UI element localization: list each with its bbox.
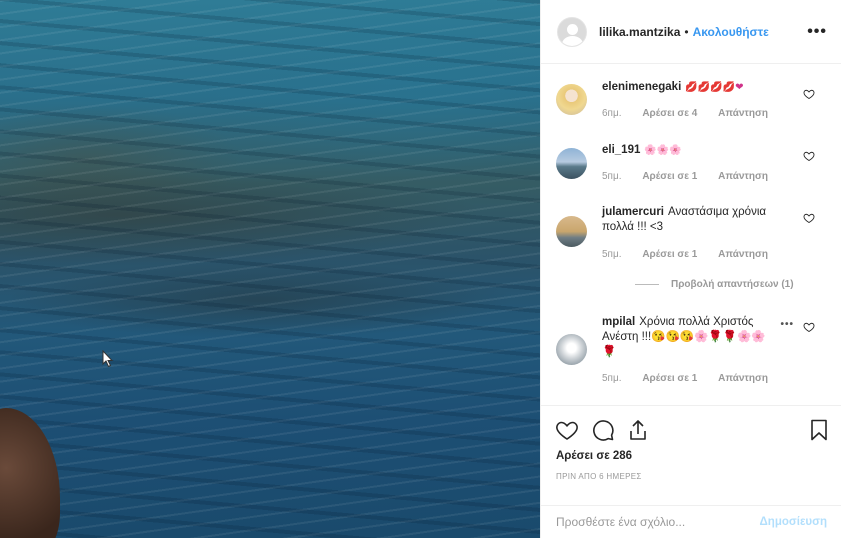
comment-time[interactable]: 5пμ. <box>602 249 622 260</box>
like-heart-icon[interactable] <box>555 418 579 442</box>
comment-username[interactable]: mpilal <box>602 316 635 328</box>
comment-text: 🌸🌸🌸 <box>644 145 682 156</box>
post-viewer: lilika.mantzika • Ακολουθήστε ••• elenim… <box>0 0 841 538</box>
comment-body: mpilal Χρόνια πολλά Χριστός Ανέστη !!!😘😘😘… <box>602 315 774 360</box>
reply-button[interactable]: Απάντηση <box>718 373 768 384</box>
post-comment-button[interactable]: Δημοσίευση <box>760 516 827 528</box>
comment-input[interactable] <box>556 515 760 529</box>
post-side-panel: lilika.mantzika • Ακολουθήστε ••• elenim… <box>540 0 841 538</box>
comment-username[interactable]: elenimenegaki <box>602 81 681 93</box>
commenter-avatar[interactable] <box>556 216 587 247</box>
comment-text: 💋💋💋💋❤ <box>685 82 744 93</box>
comment-meta: 5пμ. Αρέσει σε 1 Απάντηση <box>602 249 786 260</box>
comments-list[interactable]: elenimenegaki 💋💋💋💋❤ 6пμ. Αρέσει σε 4 Απάν… <box>541 64 841 405</box>
comment-time[interactable]: 6пμ. <box>602 108 622 119</box>
comment-body: elenimenegaki 💋💋💋💋❤ <box>602 80 798 95</box>
comment-likes[interactable]: Αρέσει σε 1 <box>642 249 697 260</box>
comment-username[interactable]: julamercuri <box>602 206 664 218</box>
comment-meta: 6пμ. Αρέσει σε 4 Απάντηση <box>602 108 786 119</box>
comment-username[interactable]: eli_191 <box>602 144 640 156</box>
add-comment-bar: Δημοσίευση <box>541 505 841 538</box>
like-comment-heart-icon[interactable] <box>803 150 815 162</box>
commenter-avatar[interactable] <box>556 84 587 115</box>
comment-time[interactable]: 5пμ. <box>602 171 622 182</box>
comment-likes[interactable]: Αρέσει σε 4 <box>642 108 697 119</box>
likes-count[interactable]: Αρέσει σε 286 <box>556 450 632 462</box>
bookmark-icon[interactable] <box>807 418 831 442</box>
reply-button[interactable]: Απάντηση <box>718 171 768 182</box>
comment-options-icon[interactable]: ••• <box>780 319 794 330</box>
follow-button[interactable]: Ακολουθήστε <box>693 25 769 39</box>
commenter-avatar[interactable] <box>556 148 587 179</box>
comment-meta: 5пμ. Αρέσει σε 1 Απάντηση <box>602 373 786 384</box>
owner-username[interactable]: lilika.mantzika <box>599 25 680 39</box>
comment-body: julamercuri Αναστάσιμα χρόνια πολλά !!! <… <box>602 205 798 235</box>
mouse-cursor-icon <box>102 350 114 368</box>
view-replies-button[interactable]: Προβολή απαντήσεων (1) <box>635 279 794 290</box>
commenter-avatar[interactable] <box>556 334 587 365</box>
post-photo[interactable] <box>0 0 540 538</box>
reply-button[interactable]: Απάντηση <box>718 108 768 119</box>
post-header: lilika.mantzika • Ακολουθήστε ••• <box>541 0 841 64</box>
comment-likes[interactable]: Αρέσει σε 1 <box>642 171 697 182</box>
post-timestamp[interactable]: ΠΡΙΝ ΑΠΟ 6 ΗΜΕΡΕΣ <box>556 472 642 481</box>
header-separator: • <box>684 24 689 39</box>
comment-likes[interactable]: Αρέσει σε 1 <box>642 373 697 384</box>
like-comment-heart-icon[interactable] <box>803 88 815 100</box>
comment-time[interactable]: 5пμ. <box>602 373 622 384</box>
reply-button[interactable]: Απάντηση <box>718 249 768 260</box>
more-options-icon[interactable]: ••• <box>807 23 827 41</box>
comment-bubble-icon[interactable] <box>591 418 615 442</box>
comment-meta: 5пμ. Αρέσει σε 1 Απάντηση <box>602 171 786 182</box>
share-icon[interactable] <box>626 418 650 442</box>
rock-shape <box>0 408 60 538</box>
owner-avatar[interactable] <box>557 16 587 47</box>
post-actions: Αρέσει σε 286 ΠΡΙΝ ΑΠΟ 6 ΗΜΕΡΕΣ <box>541 405 841 505</box>
like-comment-heart-icon[interactable] <box>803 321 815 333</box>
comment-body: eli_191 🌸🌸🌸 <box>602 143 798 158</box>
like-comment-heart-icon[interactable] <box>803 212 815 224</box>
